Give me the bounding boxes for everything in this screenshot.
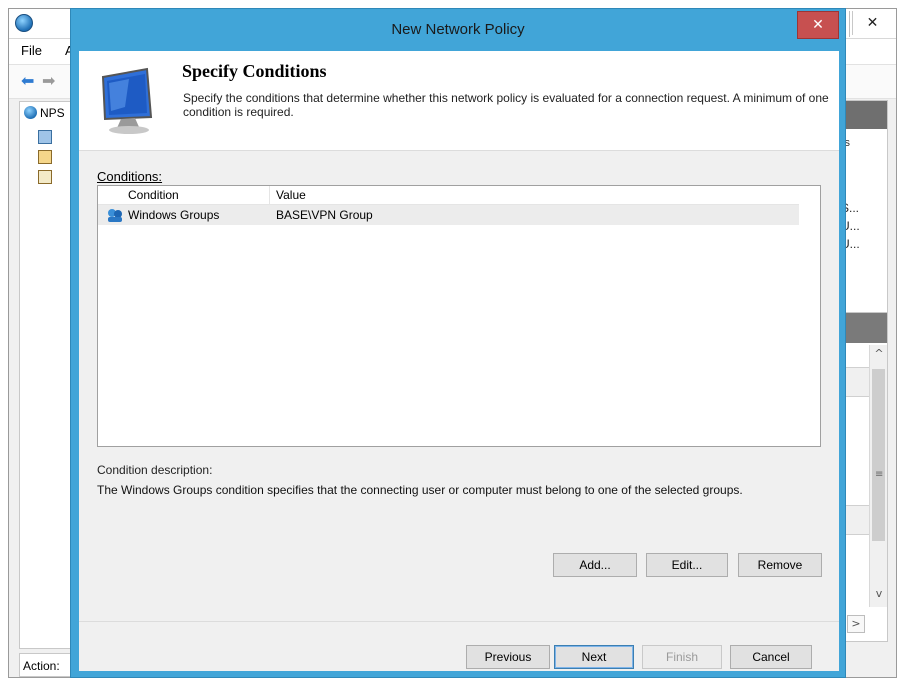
folder-icon[interactable] (38, 150, 52, 164)
wizard-header: Specify Conditions Specify the condition… (79, 51, 839, 151)
dialog-client-area: Specify Conditions Specify the condition… (79, 51, 839, 671)
footer-divider (79, 621, 839, 622)
scroll-right-icon[interactable]: > (847, 615, 865, 633)
remove-button[interactable]: Remove (738, 553, 822, 577)
row-value: BASE\VPN Group (276, 208, 373, 222)
add-button[interactable]: Add... (553, 553, 637, 577)
page-description: Specify the conditions that determine wh… (183, 91, 829, 119)
console-tree: NPS (19, 101, 77, 649)
condition-description-label: Condition description: (97, 463, 213, 477)
globe-icon (24, 106, 37, 119)
vertical-scrollbar[interactable]: ^ ≡ v (869, 345, 887, 607)
tree-item-nps-label: NPS (40, 106, 65, 120)
cancel-button[interactable]: Cancel (730, 645, 812, 669)
dialog-close-button[interactable]: ✕ (797, 11, 839, 39)
list-header: Condition Value (98, 186, 799, 205)
computer-icon[interactable] (38, 130, 52, 144)
titlebar-separator (849, 11, 850, 37)
table-row[interactable]: Windows Groups BASE\VPN Group (98, 205, 799, 225)
monitor-icon (101, 67, 153, 134)
nps-app-icon (15, 14, 33, 32)
scrollbar-thumb[interactable]: ≡ (872, 369, 885, 541)
edit-button[interactable]: Edit... (646, 553, 728, 577)
forward-arrow-icon[interactable]: ➡ (42, 74, 55, 90)
column-header-value[interactable]: Value (270, 186, 799, 205)
status-text: Action: (23, 659, 60, 673)
previous-button[interactable]: Previous (466, 645, 550, 669)
tree-item-nps[interactable]: NPS (24, 106, 65, 120)
conditions-list[interactable]: Condition Value Windows Groups BASE\VPN … (97, 185, 821, 447)
row-condition: Windows Groups (128, 208, 220, 222)
dialog-title: New Network Policy (391, 21, 525, 38)
new-network-policy-dialog: New Network Policy ✕ Specify Conditions … (70, 8, 846, 678)
grip-icon: ≡ (875, 469, 884, 480)
menu-file[interactable]: File (21, 43, 42, 58)
scroll-down-icon[interactable]: v (870, 587, 888, 605)
back-arrow-icon[interactable]: ⬅ (21, 74, 34, 90)
next-button[interactable]: Next (554, 645, 634, 669)
document-icon[interactable] (38, 170, 52, 184)
background-close-button[interactable]: ✕ (852, 11, 892, 35)
page-title: Specify Conditions (182, 61, 327, 81)
column-header-condition[interactable]: Condition (98, 186, 270, 205)
condition-description-text: The Windows Groups condition specifies t… (97, 483, 743, 497)
conditions-label: Conditions: (97, 169, 163, 184)
finish-button[interactable]: Finish (642, 645, 722, 669)
scroll-up-icon[interactable]: ^ (870, 347, 888, 365)
windows-groups-icon (108, 209, 122, 222)
